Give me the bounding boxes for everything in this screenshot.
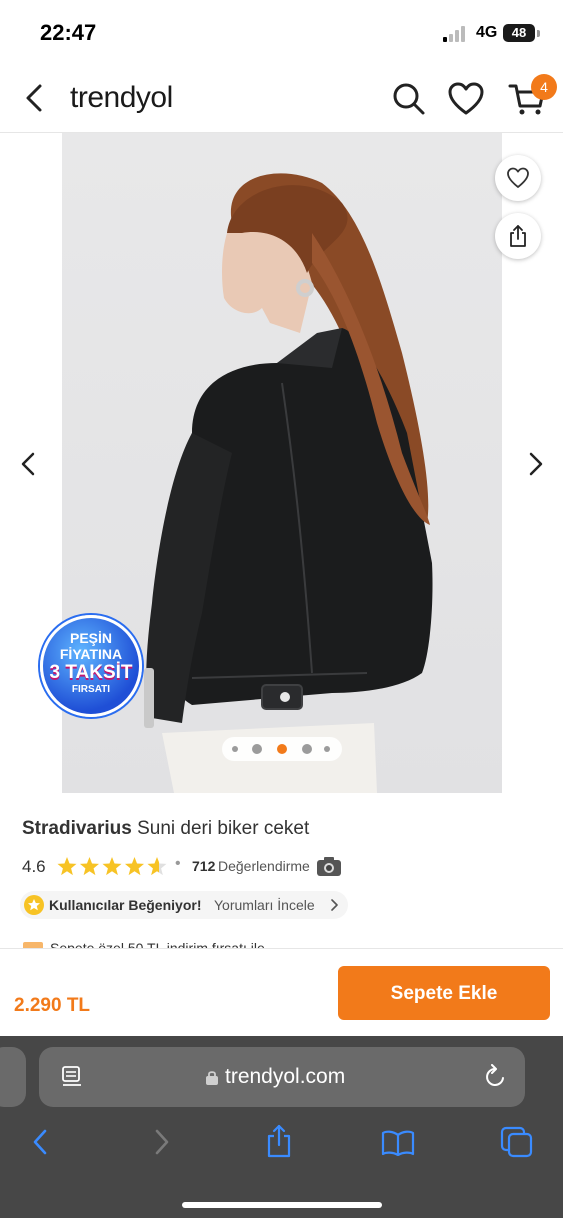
back-icon[interactable]: [20, 82, 50, 114]
promo-line-1: PEŞİN: [69, 630, 112, 646]
promo-line-4: FIRSATI: [71, 684, 111, 695]
reload-icon[interactable]: [483, 1064, 507, 1090]
battery-terminal: [537, 30, 540, 37]
rating-score: 4.6: [22, 857, 46, 876]
status-bar: 22:47 4G 48: [0, 0, 563, 64]
promo-line-2: FİYATINA: [59, 646, 123, 662]
gallery-dot-5[interactable]: [324, 746, 330, 752]
separator-dot: •: [175, 855, 181, 872]
heart-icon: [507, 167, 529, 188]
promo-peek-text: Sepete özel 50 TL indirim fırsatı ile...: [50, 940, 277, 948]
product-price: 2.290 TL: [14, 995, 91, 1016]
lock-icon: [206, 1071, 218, 1085]
tabs-icon[interactable]: [500, 1126, 534, 1158]
address-bar[interactable]: trendyol.com: [39, 1047, 525, 1107]
product-brand[interactable]: Stradivarius: [22, 818, 132, 839]
previous-tab-preview[interactable]: [0, 1047, 26, 1107]
browser-toolbar: trendyol.com: [0, 1036, 563, 1218]
share-button[interactable]: [495, 213, 541, 259]
gallery-dot-3[interactable]: [277, 744, 287, 754]
gallery-pagination-dots[interactable]: [222, 737, 342, 761]
gallery-dot-1[interactable]: [232, 746, 238, 752]
rating-star-4: [124, 857, 145, 876]
search-icon[interactable]: [392, 82, 426, 116]
rating-star-3: [102, 857, 122, 876]
share-icon: [510, 225, 526, 247]
add-to-favorites-button[interactable]: [495, 155, 541, 201]
promo-line-3: 3 TAKSİT: [49, 662, 133, 683]
users-like-label: Kullanıcılar Beğeniyor!: [49, 897, 202, 913]
bookmarks-icon[interactable]: [381, 1130, 415, 1156]
users-like-banner[interactable]: Kullanıcılar Beğeniyor! Yorumları İncele: [20, 891, 348, 919]
product-name: Suni deri biker ceket: [137, 818, 310, 839]
product-gallery[interactable]: PEŞİN FİYATINA 3 TAKSİT FIRSATI: [0, 133, 563, 793]
app-header: trendyol: [0, 64, 563, 133]
rating-stars: [57, 857, 167, 876]
previous-image-arrow-icon[interactable]: [16, 451, 40, 477]
next-image-arrow-icon[interactable]: [524, 451, 548, 477]
camera-icon: [317, 857, 341, 876]
star-badge-icon: [24, 895, 44, 915]
review-count: 712: [192, 858, 216, 874]
trendyol-logo[interactable]: trendyol: [70, 81, 173, 115]
installment-promo-badge: PEŞİN FİYATINA 3 TAKSİT FIRSATI: [40, 615, 142, 717]
cart-count-badge: 4: [531, 74, 557, 100]
page-menu-icon[interactable]: [61, 1065, 83, 1089]
cellular-signal-icon: [443, 26, 465, 42]
gift-icon: [23, 942, 43, 948]
network-type: 4G: [476, 24, 498, 41]
view-reviews-link[interactable]: Yorumları İncele: [214, 897, 315, 913]
rating-star-5: [147, 857, 167, 876]
browser-back-icon[interactable]: [30, 1128, 50, 1156]
gallery-dot-4[interactable]: [302, 744, 312, 754]
favorites-heart-icon[interactable]: [448, 82, 484, 116]
product-title: Stradivarius Suni deri biker ceket: [22, 818, 309, 840]
review-count-label: Değerlendirme: [218, 858, 310, 874]
rating-row[interactable]: 4.6 • 712 Değerlendirme: [22, 855, 542, 879]
browser-share-icon[interactable]: [265, 1124, 293, 1158]
url-text[interactable]: trendyol.com: [225, 1065, 345, 1089]
chevron-right-icon: [331, 899, 338, 911]
gallery-dot-2[interactable]: [252, 744, 262, 754]
browser-forward-icon[interactable]: [152, 1128, 172, 1156]
partially-hidden-promo-row: Sepete özel 50 TL indirim fırsatı ile...: [22, 940, 292, 948]
rating-star-2: [79, 857, 100, 876]
add-to-cart-button[interactable]: Sepete Ekle: [338, 966, 550, 1020]
home-indicator[interactable]: [182, 1202, 382, 1208]
add-to-cart-bar: 2.290 TL Sepete Ekle: [0, 948, 563, 1037]
clock: 22:47: [40, 20, 97, 45]
battery-icon: 48: [503, 24, 535, 42]
rating-star-1: [57, 857, 77, 876]
